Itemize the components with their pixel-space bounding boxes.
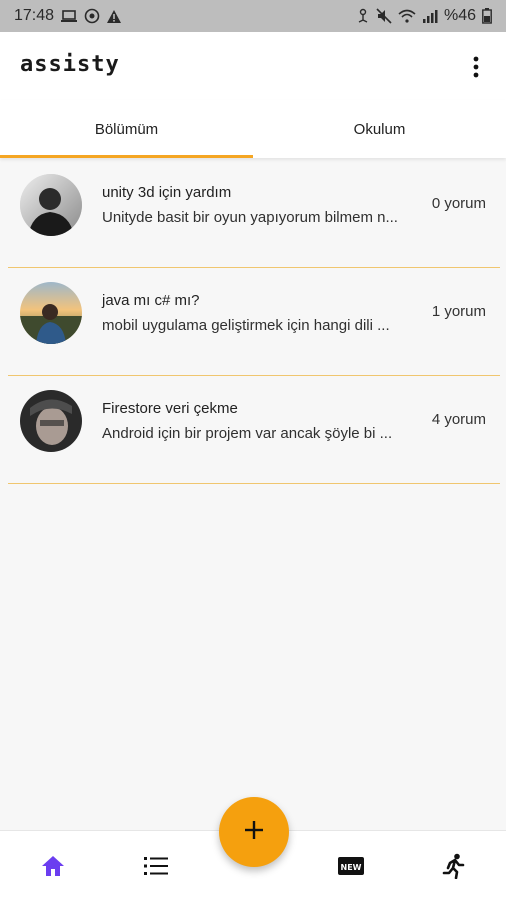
list-item[interactable]: Firestore veri çekme Android için bir pr… [0,376,506,484]
avatar [20,174,82,236]
battery-icon [482,8,492,24]
tab-label: Bölümüm [94,120,159,138]
battery-percent: %46 [443,7,476,24]
avatar [20,282,82,344]
mute-icon [376,8,392,24]
question-preview: Android için bir projem var ancak şöyle … [102,425,393,442]
svg-text:NEW: NEW [341,863,362,872]
question-title: unity 3d için yardım [102,184,232,201]
network-icon [356,8,370,24]
tab-okulum[interactable]: Okulum [253,100,506,158]
add-question-button[interactable] [219,797,289,867]
plus-icon [243,819,265,846]
list-item[interactable]: unity 3d için yardım Unityde basit bir o… [0,160,506,268]
active-tab-indicator [0,155,253,158]
home-icon[interactable] [38,851,68,881]
tab-label: Okulum [353,120,406,138]
tab-bolumum[interactable]: Bölümüm [0,100,253,158]
avatar [20,390,82,452]
overflow-menu-icon[interactable] [466,54,486,80]
list-item[interactable]: java mı c# mı? mobil uygulama geliştirme… [0,268,506,376]
comment-count: 4 yorum [431,411,486,428]
divider [8,483,500,484]
comment-count: 1 yorum [431,303,486,320]
question-title: java mı c# mı? [102,292,200,309]
list-icon[interactable] [141,851,171,881]
whatsapp-icon [84,8,100,24]
status-bar: 17:48 %46 [0,0,506,32]
question-preview: mobil uygulama geliştirmek için hangi di… [102,317,390,334]
app-title: assisty [20,52,120,77]
wifi-icon [398,9,416,23]
app-bar: assisty [0,32,506,100]
warning-icon [106,9,122,24]
run-icon[interactable] [439,851,469,881]
new-badge-icon[interactable]: NEW [336,851,366,881]
laptop-icon [60,9,78,23]
question-preview: Unityde basit bir oyun yapıyorum bilmem … [102,209,398,226]
signal-icon [422,9,438,23]
comment-count: 0 yorum [431,195,486,212]
status-time: 17:48 [14,7,55,24]
question-title: Firestore veri çekme [102,400,238,417]
question-list: unity 3d için yardım Unityde basit bir o… [0,160,506,484]
tab-bar: Bölümüm Okulum [0,100,506,158]
